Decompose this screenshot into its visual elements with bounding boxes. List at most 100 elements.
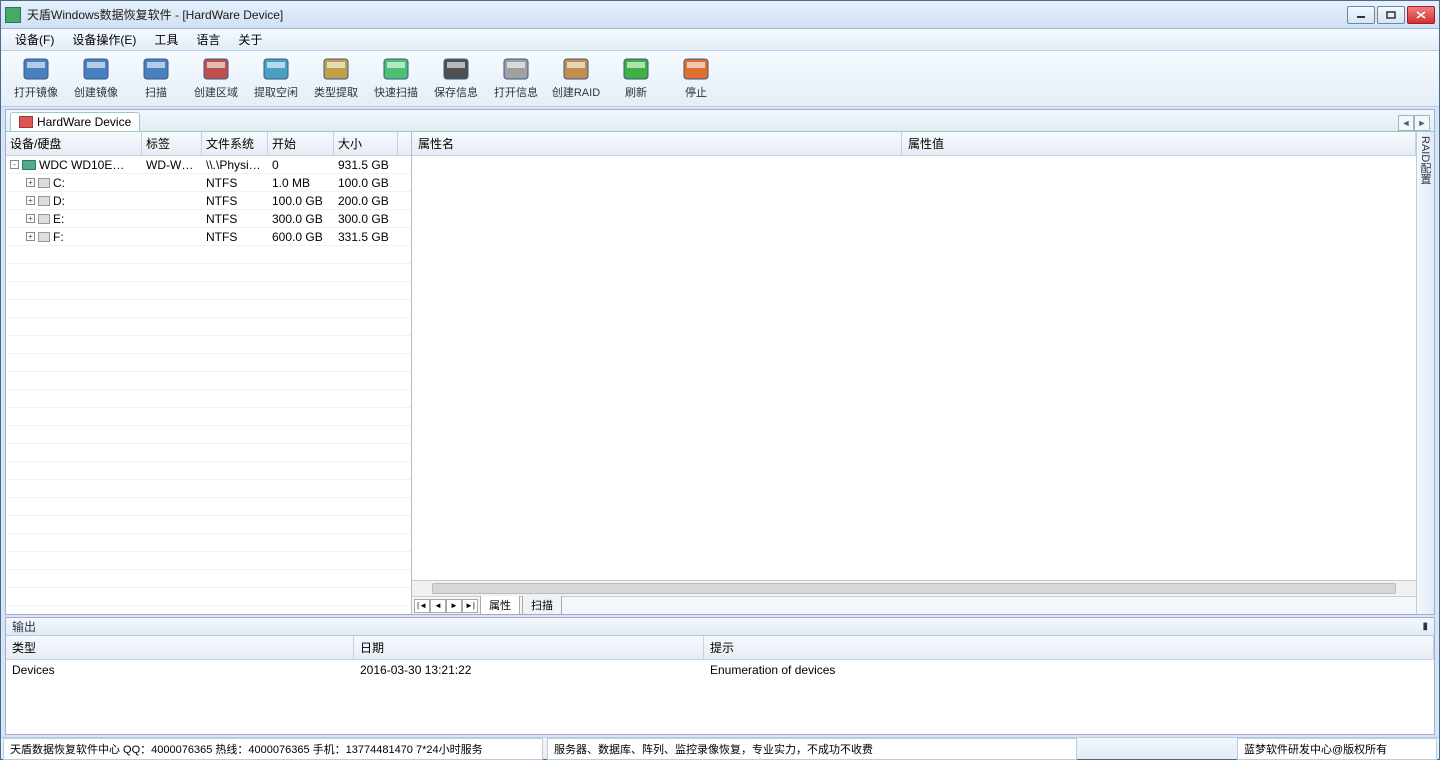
cell-fs: NTFS: [202, 229, 268, 245]
empty-row: [6, 444, 411, 462]
toolbar-label: 保存信息: [434, 84, 478, 100]
cell-size: 200.0 GB: [334, 193, 398, 209]
output-title: 输出: [12, 618, 36, 635]
toolbar-create-raid[interactable]: 创建RAID: [549, 54, 603, 104]
device-name: F:: [53, 230, 64, 244]
empty-row: [6, 318, 411, 336]
cell-label: [142, 236, 202, 238]
out-col-date[interactable]: 日期: [354, 636, 704, 659]
expander-icon[interactable]: +: [26, 214, 35, 223]
maximize-button[interactable]: [1377, 6, 1405, 24]
menu-item-3[interactable]: 语言: [188, 29, 228, 50]
toolbar-create-region[interactable]: 创建区域: [189, 54, 243, 104]
empty-row: [6, 480, 411, 498]
out-col-msg[interactable]: 提示: [704, 636, 1434, 659]
cell-fs: NTFS: [202, 193, 268, 209]
col-device[interactable]: 设备/硬盘: [6, 132, 142, 155]
cell-label: [142, 182, 202, 184]
empty-row: [6, 408, 411, 426]
tab-properties[interactable]: 属性: [480, 596, 520, 615]
doc-tab-bar: HardWare Device ◄ ►: [6, 110, 1434, 132]
empty-row: [6, 336, 411, 354]
toolbar-type-extract[interactable]: 类型提取: [309, 54, 363, 104]
toolbar-extract-space[interactable]: 提取空闲: [249, 54, 303, 104]
toolbar-create-image[interactable]: 创建镜像: [69, 54, 123, 104]
empty-row: [6, 354, 411, 372]
menu-item-0[interactable]: 设备(F): [7, 29, 62, 50]
titlebar: 天盾Windows数据恢复软件 - [HardWare Device]: [1, 1, 1439, 29]
menu-item-2[interactable]: 工具: [146, 29, 186, 50]
output-body[interactable]: Devices2016-03-30 13:21:22Enumeration of…: [6, 660, 1434, 734]
device-row[interactable]: -WDC WD10E…WD-WC…\\.\Physi…0931.5 GB: [6, 156, 411, 174]
tab-nav-first[interactable]: |◄: [414, 599, 430, 613]
col-prop-value[interactable]: 属性值: [902, 132, 1416, 155]
close-button[interactable]: [1407, 6, 1435, 24]
menubar: 设备(F)设备操作(E)工具语言关于: [1, 29, 1439, 51]
device-grid-body[interactable]: -WDC WD10E…WD-WC…\\.\Physi…0931.5 GB+C:N…: [6, 156, 411, 614]
expander-icon[interactable]: +: [26, 196, 35, 205]
toolbar-refresh[interactable]: 刷新: [609, 54, 663, 104]
device-row[interactable]: +C:NTFS1.0 MB100.0 GB: [6, 174, 411, 192]
doc-tab-label: HardWare Device: [37, 115, 131, 129]
device-tree-panel: 设备/硬盘 标签 文件系统 开始 大小 -WDC WD10E…WD-WC…\\.…: [6, 132, 412, 614]
tab-scroll-left[interactable]: ◄: [1398, 115, 1414, 131]
col-filesystem[interactable]: 文件系统: [202, 132, 268, 155]
col-start[interactable]: 开始: [268, 132, 334, 155]
output-panel: 输出 ▮ 类型 日期 提示 Devices2016-03-30 13:21:22…: [5, 617, 1435, 735]
bottom-tab-bar: |◄ ◄ ► ►| 属性 扫描: [412, 596, 1416, 614]
device-row[interactable]: +D:NTFS100.0 GB200.0 GB: [6, 192, 411, 210]
tab-scan[interactable]: 扫描: [522, 596, 562, 615]
menu-item-1[interactable]: 设备操作(E): [64, 29, 144, 50]
out-msg: Enumeration of devices: [704, 663, 1434, 677]
type-extract-icon: [322, 57, 350, 83]
cell-start: 100.0 GB: [268, 193, 334, 209]
pin-icon[interactable]: ▮: [1422, 621, 1428, 632]
tab-scroll-right[interactable]: ►: [1414, 115, 1430, 131]
property-body[interactable]: [412, 156, 1416, 580]
tab-nav-last[interactable]: ►|: [462, 599, 478, 613]
toolbar-quick-scan[interactable]: 快速扫描: [369, 54, 423, 104]
toolbar-stop[interactable]: 停止: [669, 54, 723, 104]
col-prop-name[interactable]: 属性名: [412, 132, 902, 155]
cell-fs: NTFS: [202, 175, 268, 191]
toolbar-label: 创建区域: [194, 84, 238, 100]
volume-icon: [38, 196, 50, 206]
raid-side-panel[interactable]: RAID配置: [1416, 132, 1434, 614]
minimize-button[interactable]: [1347, 6, 1375, 24]
toolbar-label: 打开镜像: [14, 84, 58, 100]
device-row[interactable]: +F:NTFS600.0 GB331.5 GB: [6, 228, 411, 246]
device-row[interactable]: +E:NTFS300.0 GB300.0 GB: [6, 210, 411, 228]
device-grid-header: 设备/硬盘 标签 文件系统 开始 大小: [6, 132, 411, 156]
tab-nav-prev[interactable]: ◄: [430, 599, 446, 613]
out-col-type[interactable]: 类型: [6, 636, 354, 659]
toolbar-label: 提取空闲: [254, 84, 298, 100]
col-label[interactable]: 标签: [142, 132, 202, 155]
output-row[interactable]: Devices2016-03-30 13:21:22Enumeration of…: [6, 660, 1434, 680]
expander-icon[interactable]: +: [26, 178, 35, 187]
toolbar-open-image[interactable]: 打开镜像: [9, 54, 63, 104]
cell-fs: \\.\Physi…: [202, 157, 268, 173]
empty-row: [6, 516, 411, 534]
disk-icon: [22, 160, 36, 170]
empty-row: [6, 426, 411, 444]
output-columns: 类型 日期 提示: [6, 636, 1434, 660]
create-raid-icon: [562, 57, 590, 83]
toolbar-open-info[interactable]: 打开信息: [489, 54, 543, 104]
doc-tab-hardware[interactable]: HardWare Device: [10, 112, 140, 131]
app-icon: [5, 7, 21, 23]
tab-nav-next[interactable]: ►: [446, 599, 462, 613]
toolbar-label: 创建镜像: [74, 84, 118, 100]
toolbar-save-info[interactable]: 保存信息: [429, 54, 483, 104]
horizontal-scrollbar[interactable]: [412, 580, 1416, 596]
toolbar-label: 刷新: [625, 84, 647, 100]
expander-icon[interactable]: +: [26, 232, 35, 241]
expander-icon[interactable]: -: [10, 160, 19, 169]
col-size[interactable]: 大小: [334, 132, 398, 155]
cell-fs: NTFS: [202, 211, 268, 227]
output-header: 输出 ▮: [6, 618, 1434, 636]
empty-row: [6, 606, 411, 614]
cell-label: WD-WC…: [142, 157, 202, 173]
toolbar-scan[interactable]: 扫描: [129, 54, 183, 104]
empty-row: [6, 372, 411, 390]
menu-item-4[interactable]: 关于: [230, 29, 270, 50]
